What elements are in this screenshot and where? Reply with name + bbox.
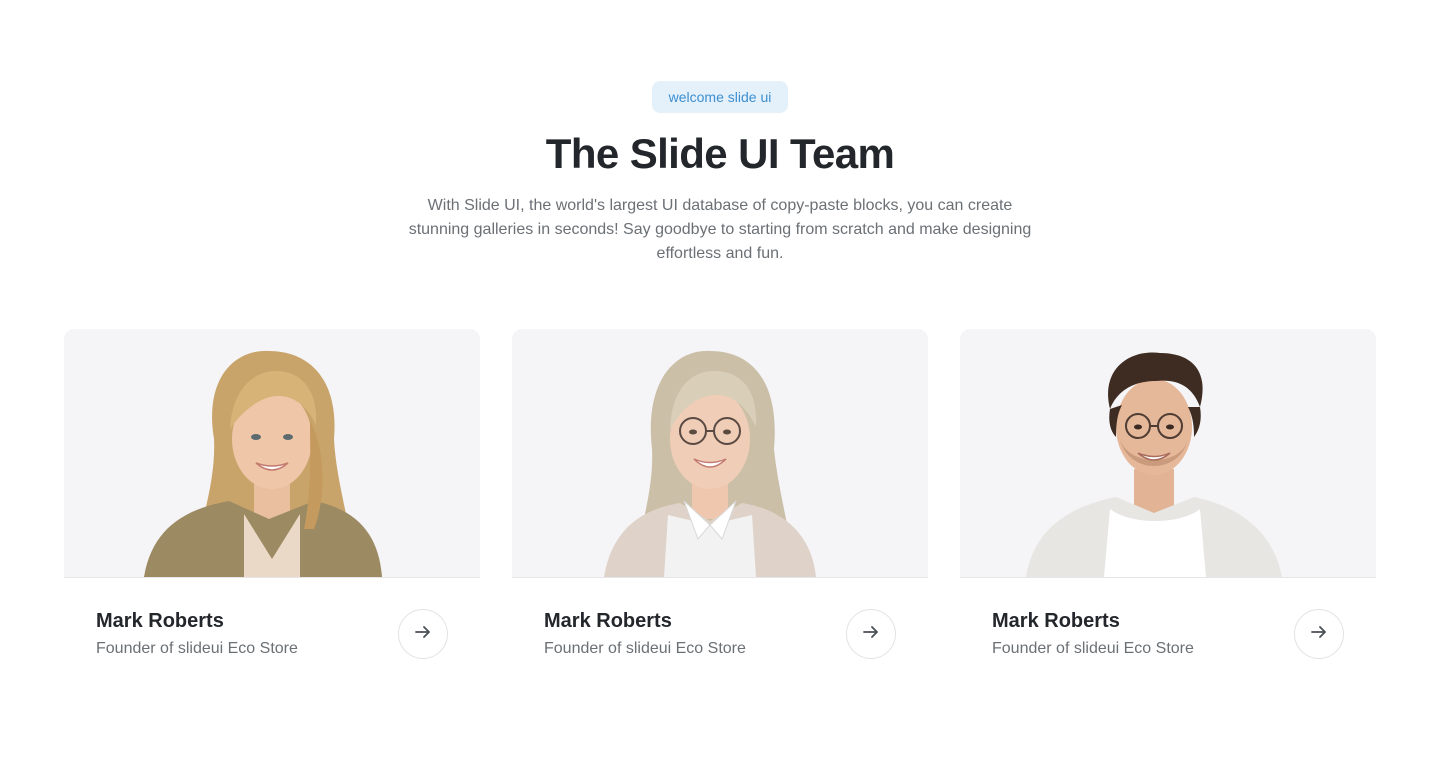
member-role: Founder of slideui Eco Store: [544, 640, 746, 657]
member-name: Mark Roberts: [544, 610, 672, 632]
team-card: Mark Roberts Founder of slideui Eco Stor…: [512, 329, 928, 677]
section-description: With Slide UI, the world's largest UI da…: [408, 197, 1032, 262]
team-member-photo: [960, 329, 1376, 578]
welcome-badge: welcome slide ui: [652, 81, 788, 113]
arrow-right-icon: [1310, 623, 1328, 646]
view-profile-button[interactable]: [398, 609, 448, 659]
arrow-right-icon: [414, 623, 432, 646]
team-member-photo: [64, 329, 480, 578]
team-member-photo: [512, 329, 928, 578]
member-role: Founder of slideui Eco Store: [992, 640, 1194, 657]
team-section: welcome slide ui The Slide UI Team With …: [0, 0, 1440, 771]
member-name: Mark Roberts: [96, 610, 224, 632]
view-profile-button[interactable]: [846, 609, 896, 659]
section-title: The Slide UI Team: [545, 130, 895, 177]
team-card: Mark Roberts Founder of slideui Eco Stor…: [960, 329, 1376, 677]
view-profile-button[interactable]: [1294, 609, 1344, 659]
member-role: Founder of slideui Eco Store: [96, 640, 298, 657]
team-card: Mark Roberts Founder of slideui Eco Stor…: [64, 329, 480, 677]
arrow-right-icon: [862, 623, 880, 646]
member-name: Mark Roberts: [992, 610, 1120, 632]
